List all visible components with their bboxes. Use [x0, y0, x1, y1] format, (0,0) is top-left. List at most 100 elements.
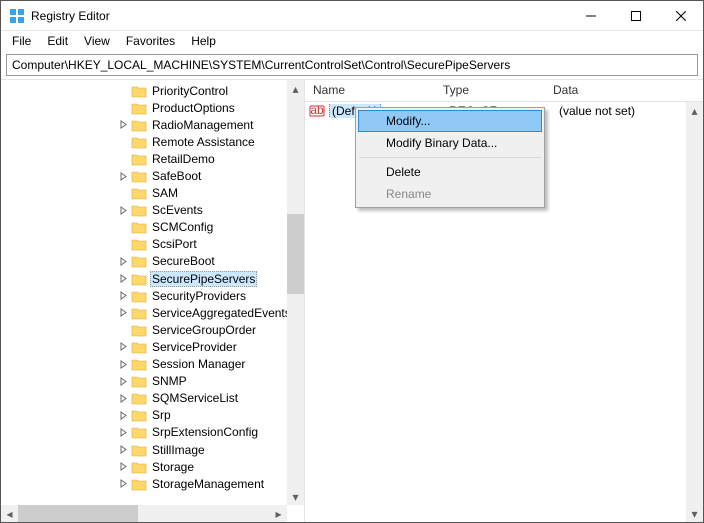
tree-item[interactable]: ScEvents — [1, 202, 304, 219]
tree-item-label: ServiceAggregatedEvents — [150, 306, 293, 320]
tree-item-label: PriorityControl — [150, 84, 230, 98]
tree-item[interactable]: SecurityProviders — [1, 287, 304, 304]
folder-icon — [131, 186, 147, 200]
titlebar: Registry Editor — [1, 1, 703, 31]
scroll-down-icon[interactable]: ▾ — [686, 505, 703, 522]
tree-item[interactable]: SecureBoot — [1, 253, 304, 270]
column-data[interactable]: Data — [545, 80, 703, 101]
tree-item-label: SecureBoot — [150, 254, 217, 268]
tree-item[interactable]: SafeBoot — [1, 167, 304, 184]
tree-item-label: ProductOptions — [150, 101, 237, 115]
folder-icon — [131, 152, 147, 166]
tree-item-label: Storage — [150, 460, 196, 474]
list-header: Name Type Data — [305, 80, 703, 102]
tree-item[interactable]: SecurePipeServers — [1, 270, 304, 287]
folder-icon — [131, 408, 147, 422]
tree-item[interactable]: ProductOptions — [1, 99, 304, 116]
tree-item[interactable]: Storage — [1, 458, 304, 475]
scroll-right-icon[interactable]: ▸ — [270, 505, 287, 522]
menu-edit[interactable]: Edit — [40, 32, 75, 50]
menu-file[interactable]: File — [5, 32, 38, 50]
tree-item[interactable]: ScsiPort — [1, 236, 304, 253]
scroll-down-icon[interactable]: ▾ — [287, 488, 304, 505]
expand-icon[interactable] — [115, 257, 131, 266]
menu-help[interactable]: Help — [184, 32, 223, 50]
expand-icon[interactable] — [115, 308, 131, 317]
expand-icon[interactable] — [115, 206, 131, 215]
tree-item[interactable]: StorageManagement — [1, 475, 304, 492]
tree-item-label: ServiceProvider — [150, 340, 239, 354]
tree-item[interactable]: ServiceProvider — [1, 338, 304, 355]
tree-item[interactable]: Session Manager — [1, 356, 304, 373]
expand-icon[interactable] — [115, 120, 131, 129]
folder-icon — [131, 443, 147, 457]
folder-icon — [131, 357, 147, 371]
tree-item-label: SCMConfig — [150, 220, 215, 234]
tree-item-label: ScsiPort — [150, 237, 199, 251]
scroll-thumb[interactable] — [287, 214, 304, 294]
tree-item[interactable]: StillImage — [1, 441, 304, 458]
string-value-icon: ab — [309, 103, 325, 119]
tree-item[interactable]: SAM — [1, 185, 304, 202]
folder-icon — [131, 135, 147, 149]
folder-icon — [131, 84, 147, 98]
list-pane: Name Type Data ab (Default) REG_SZ (valu… — [305, 80, 703, 522]
menu-separator — [359, 157, 541, 158]
expand-icon[interactable] — [115, 360, 131, 369]
expand-icon[interactable] — [115, 172, 131, 181]
expand-icon[interactable] — [115, 428, 131, 437]
folder-icon — [131, 323, 147, 337]
folder-icon — [131, 425, 147, 439]
folder-icon — [131, 477, 147, 491]
expand-icon[interactable] — [115, 479, 131, 488]
tree-scrollbar-vertical[interactable]: ▴ ▾ — [287, 80, 304, 505]
tree-item[interactable]: SQMServiceList — [1, 390, 304, 407]
expand-icon[interactable] — [115, 394, 131, 403]
expand-icon[interactable] — [115, 274, 131, 283]
tree-item[interactable]: ServiceAggregatedEvents — [1, 304, 304, 321]
folder-icon — [131, 169, 147, 183]
expand-icon[interactable] — [115, 411, 131, 420]
minimize-button[interactable] — [568, 1, 613, 30]
scroll-up-icon[interactable]: ▴ — [686, 102, 703, 119]
tree-item-label: SAM — [150, 186, 180, 200]
expand-icon[interactable] — [115, 291, 131, 300]
tree-item-label: SNMP — [150, 374, 189, 388]
menu-modify[interactable]: Modify... — [358, 110, 542, 132]
menu-favorites[interactable]: Favorites — [119, 32, 182, 50]
folder-icon — [131, 272, 147, 286]
tree-item-label: SecurityProviders — [150, 289, 248, 303]
column-type[interactable]: Type — [435, 80, 545, 101]
tree-item[interactable]: RadioManagement — [1, 116, 304, 133]
tree-item[interactable]: Remote Assistance — [1, 133, 304, 150]
address-bar[interactable]: Computer\HKEY_LOCAL_MACHINE\SYSTEM\Curre… — [6, 54, 698, 76]
scroll-left-icon[interactable]: ◂ — [1, 505, 18, 522]
scroll-thumb[interactable] — [18, 505, 138, 522]
column-name[interactable]: Name — [305, 80, 435, 101]
tree-item[interactable]: SNMP — [1, 373, 304, 390]
tree-item-label: RadioManagement — [150, 118, 255, 132]
folder-icon — [131, 340, 147, 354]
expand-icon[interactable] — [115, 445, 131, 454]
scroll-up-icon[interactable]: ▴ — [287, 80, 304, 97]
tree-item-label: RetailDemo — [150, 152, 217, 166]
folder-icon — [131, 391, 147, 405]
tree-item[interactable]: SCMConfig — [1, 219, 304, 236]
tree-scrollbar-horizontal[interactable]: ◂ ▸ — [1, 505, 287, 522]
menu-delete[interactable]: Delete — [358, 161, 542, 183]
tree-item[interactable]: ServiceGroupOrder — [1, 321, 304, 338]
folder-icon — [131, 237, 147, 251]
menu-modify-binary[interactable]: Modify Binary Data... — [358, 132, 542, 154]
close-button[interactable] — [658, 1, 703, 30]
tree-item[interactable]: SrpExtensionConfig — [1, 424, 304, 441]
maximize-button[interactable] — [613, 1, 658, 30]
tree-item[interactable]: RetailDemo — [1, 150, 304, 167]
tree-item[interactable]: Srp — [1, 407, 304, 424]
expand-icon[interactable] — [115, 342, 131, 351]
menu-view[interactable]: View — [77, 32, 117, 50]
tree-item[interactable]: PriorityControl — [1, 82, 304, 99]
app-icon — [9, 8, 25, 24]
expand-icon[interactable] — [115, 462, 131, 471]
list-scrollbar-vertical[interactable]: ▴ ▾ — [686, 102, 703, 522]
expand-icon[interactable] — [115, 377, 131, 386]
